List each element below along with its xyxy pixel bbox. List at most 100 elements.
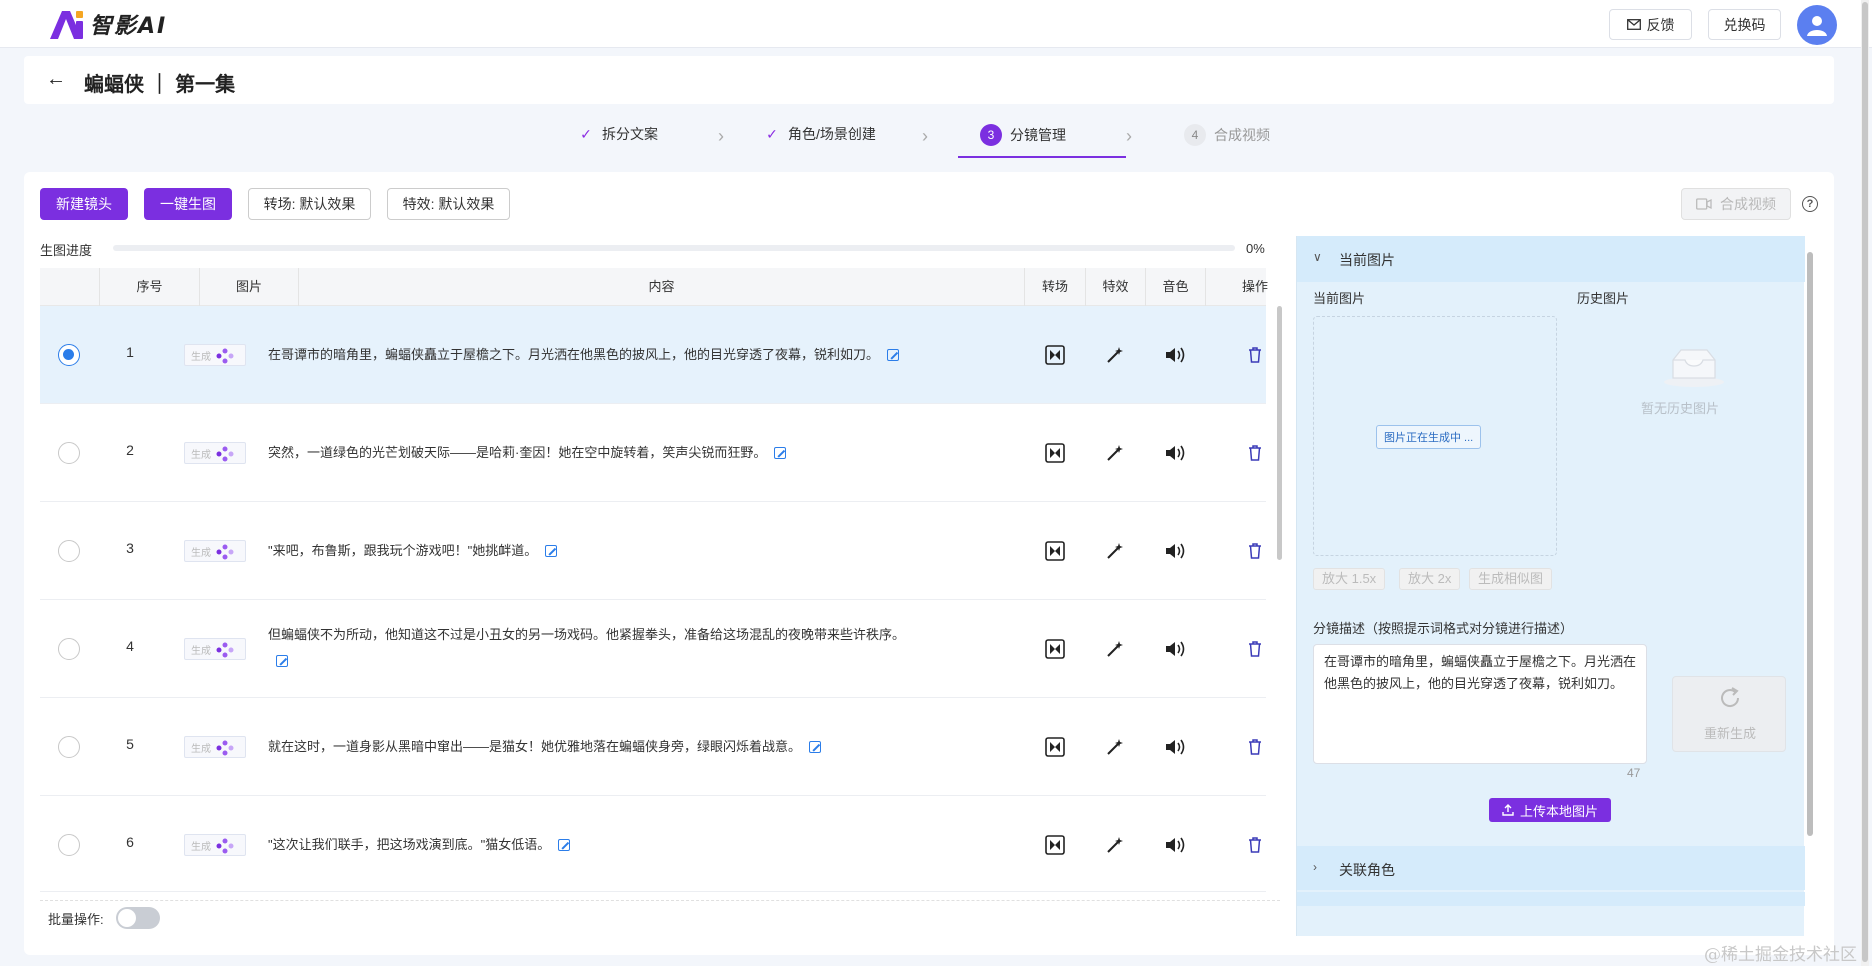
step-storyboard[interactable]: 3 分镜管理 [980,124,1066,146]
row-thumbnail[interactable]: 生成 [174,620,256,678]
delete-icon[interactable] [1244,442,1266,464]
next-section-header[interactable] [1297,892,1805,906]
table-row[interactable]: 2 生成 突然，一道绿色的光芒划破天际——是哈莉·奎因！她在空中旋转着，笑声尖锐… [40,404,1266,502]
zoom-2x-button[interactable]: 放大 2x [1399,568,1461,590]
edit-icon[interactable] [276,655,288,667]
delete-icon[interactable] [1244,834,1266,856]
edit-icon[interactable] [887,349,900,361]
edit-icon[interactable] [774,447,787,459]
row-thumbnail[interactable]: 生成 [174,326,256,384]
volume-icon[interactable] [1164,736,1186,758]
delete-icon[interactable] [1244,344,1266,366]
volume-icon[interactable] [1164,442,1186,464]
user-icon [1807,16,1827,36]
generate-similar-button[interactable]: 生成相似图 [1469,568,1553,590]
volume-icon[interactable] [1164,638,1186,660]
table-row[interactable]: 1 生成 在哥谭市的暗角里，蝙蝠侠矗立于屋檐之下。月光洒在他黑色的披风上，他的目… [40,306,1266,404]
chevron-right-icon: › [1313,860,1317,874]
row-thumbnail[interactable]: 生成 [174,424,256,482]
transition-icon[interactable] [1044,344,1066,366]
delete-icon[interactable] [1244,540,1266,562]
regenerate-button[interactable]: 重新生成 [1672,676,1786,752]
back-arrow-icon[interactable]: ← [46,68,66,91]
row-content: 但蝙蝠侠不为所动，他知道这不过是小丑女的另一场戏码。他紧握拳头，准备给这场混乱的… [268,622,998,674]
step-role-scene[interactable]: ✓ 角色/场景创建 [764,124,876,144]
row-content-text: 但蝙蝠侠不为所动，他知道这不过是小丑女的另一场戏码。他紧握拳头，准备给这场混乱的… [268,627,906,642]
magic-wand-icon[interactable] [1104,638,1126,660]
table-row[interactable]: 4 生成 但蝙蝠侠不为所动，他知道这不过是小丑女的另一场戏码。他紧握拳头，准备给… [40,600,1266,698]
thumb-text: 生成 [191,743,211,755]
transition-icon[interactable] [1044,736,1066,758]
feedback-button[interactable]: 反馈 [1609,9,1692,40]
transition-icon[interactable] [1044,638,1066,660]
header-select [40,268,100,306]
table-scrollbar[interactable] [1277,306,1282,560]
batch-toggle[interactable] [116,907,160,929]
no-history-text: 暂无历史图片 [1641,401,1720,416]
table-row[interactable]: 5 生成 就在这时，一道身影从黑暗中窜出——是猫女！她优雅地落在蝙蝠侠身旁，绿眼… [40,698,1266,796]
header-image: 图片 [200,268,299,306]
magic-wand-icon[interactable] [1104,442,1126,464]
magic-wand-icon[interactable] [1104,736,1126,758]
row-thumbnail[interactable]: 生成 [174,522,256,580]
step-compose-video[interactable]: 4 合成视频 [1184,124,1270,146]
desc-label: 分镜描述（按照提示词格式对分镜进行描述） [1313,621,1574,636]
progress-bar [113,245,1235,251]
logo[interactable]: 智影AI [48,6,167,42]
transition-icon[interactable] [1044,834,1066,856]
side-panel: ∨ 当前图片 当前图片 历史图片 图片正在生成中 ... 暂无历史图片 放大 1… [1296,236,1805,936]
thumb-text: 生成 [191,645,211,657]
zoom-1-5x-button[interactable]: 放大 1.5x [1313,568,1386,590]
edit-icon[interactable] [809,741,822,753]
table-row[interactable]: 3 生成 "来吧，布鲁斯，跟我玩个游戏吧！"她挑衅道。 [40,502,1266,600]
step-split-text[interactable]: ✓ 拆分文案 [578,124,658,144]
magic-wand-icon[interactable] [1104,344,1126,366]
side-panel-scrollbar[interactable] [1807,252,1813,836]
current-image-box[interactable]: 图片正在生成中 ... [1313,316,1557,556]
current-image-section-header[interactable]: ∨ 当前图片 [1297,236,1805,282]
video-camera-icon [1696,198,1712,210]
row-radio[interactable] [58,736,80,758]
delete-icon[interactable] [1244,638,1266,660]
related-roles-section-header[interactable]: › 关联角色 [1297,846,1805,890]
step-number: 3 [980,124,1002,146]
transition-icon[interactable] [1044,540,1066,562]
edit-icon[interactable] [545,545,558,557]
page-scrollbar[interactable] [1862,2,1868,962]
upload-icon [1502,804,1514,816]
volume-icon[interactable] [1164,834,1186,856]
transition-icon[interactable] [1044,442,1066,464]
row-radio[interactable] [58,638,80,660]
row-radio[interactable] [58,442,80,464]
avatar[interactable] [1797,5,1837,45]
section-title: 当前图片 [1339,252,1395,268]
row-thumbnail[interactable]: 生成 [174,816,256,874]
transition-default-button[interactable]: 转场: 默认效果 [248,188,371,220]
row-thumbnail[interactable]: 生成 [174,718,256,776]
upload-local-image-button[interactable]: 上传本地图片 [1489,798,1611,822]
title-card: ← 蝙蝠侠 ｜ 第一集 [24,56,1834,104]
magic-wand-icon[interactable] [1104,834,1126,856]
logo-icon [50,11,83,39]
one-click-generate-button[interactable]: 一键生图 [144,188,232,220]
edit-icon[interactable] [558,839,571,851]
compose-video-button[interactable]: 合成视频 [1681,188,1791,220]
magic-wand-icon[interactable] [1104,540,1126,562]
refresh-icon [1721,687,1740,707]
history-image-label: 历史图片 [1577,291,1630,306]
step-label: 拆分文案 [602,126,658,142]
volume-icon[interactable] [1164,344,1186,366]
row-radio[interactable] [58,834,80,856]
new-shot-button[interactable]: 新建镜头 [40,188,128,220]
volume-icon[interactable] [1164,540,1186,562]
effect-default-button[interactable]: 特效: 默认效果 [387,188,510,220]
active-step-underline [958,156,1126,158]
shot-description-textarea[interactable]: 在哥谭市的暗角里，蝙蝠侠矗立于屋檐之下。月光洒在他黑色的披风上，他的目光穿透了夜… [1313,644,1647,764]
step-number: 4 [1184,124,1206,146]
delete-icon[interactable] [1244,736,1266,758]
row-radio[interactable] [58,540,80,562]
redeem-button[interactable]: 兑换码 [1708,9,1781,40]
help-icon[interactable]: ? [1802,196,1818,212]
table-row[interactable]: 6 生成 "这次让我们联手，把这场戏演到底。"猫女低语。 [40,796,1266,892]
row-radio[interactable] [58,344,80,366]
